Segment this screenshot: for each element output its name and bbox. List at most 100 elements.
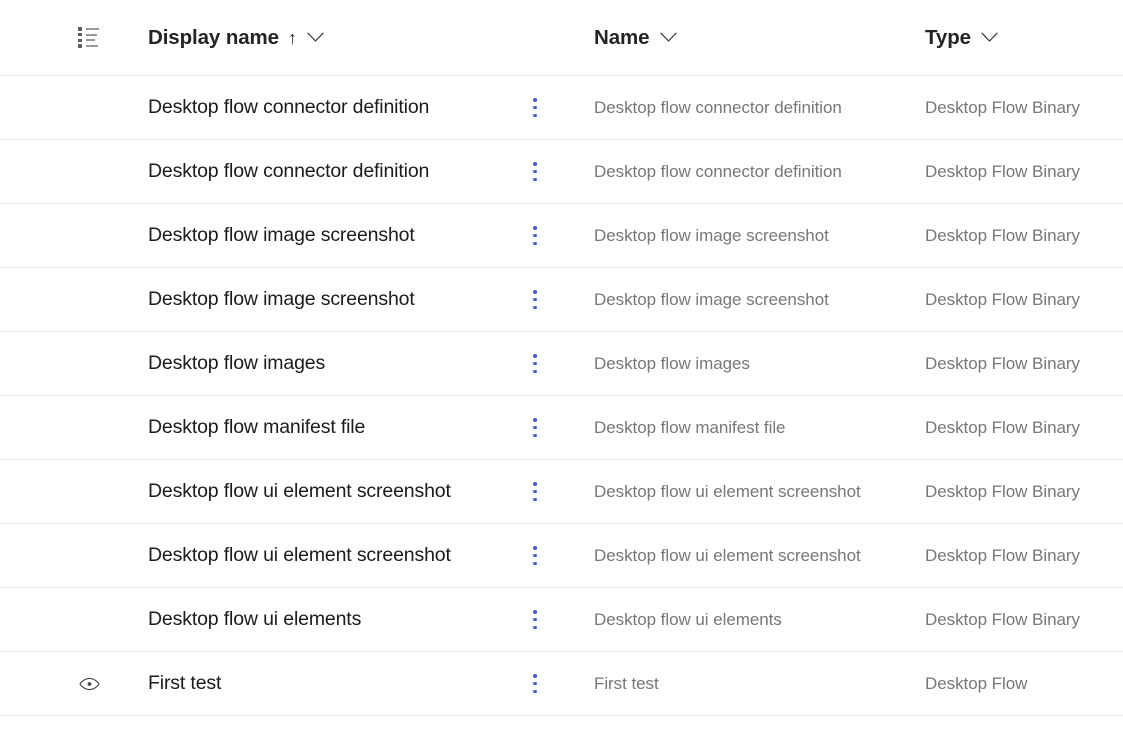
cell-name-text: First test bbox=[594, 674, 659, 694]
row-open-record-cell[interactable] bbox=[78, 268, 138, 331]
cell-display-name-text: Desktop flow manifest file bbox=[148, 416, 365, 439]
more-vertical-icon[interactable] bbox=[528, 290, 542, 309]
cell-name: Desktop flow manifest file bbox=[594, 396, 914, 459]
row-open-record-cell[interactable] bbox=[78, 396, 138, 459]
cell-type: Desktop Flow bbox=[925, 652, 1115, 715]
row-command-menu-cell[interactable] bbox=[528, 652, 568, 715]
row-open-record-cell[interactable] bbox=[78, 204, 138, 267]
cell-type: Desktop Flow Binary bbox=[925, 140, 1115, 203]
cell-display-name[interactable]: Desktop flow ui elements bbox=[148, 588, 528, 651]
view-switcher-cell[interactable] bbox=[78, 0, 138, 75]
cell-type-text: Desktop Flow Binary bbox=[925, 546, 1080, 566]
cell-name: Desktop flow ui element screenshot bbox=[594, 524, 914, 587]
column-header-name[interactable]: Name bbox=[594, 0, 914, 75]
more-vertical-icon[interactable] bbox=[528, 418, 542, 437]
row-command-menu-cell[interactable] bbox=[528, 140, 568, 203]
eye-icon[interactable] bbox=[78, 673, 100, 695]
cell-name: First test bbox=[594, 652, 914, 715]
table-row[interactable]: First test First test Desktop Flow bbox=[0, 652, 1123, 716]
more-vertical-icon[interactable] bbox=[528, 226, 542, 245]
table-row[interactable]: Desktop flow images Desktop flow images … bbox=[0, 332, 1123, 396]
cell-type-text: Desktop Flow bbox=[925, 674, 1027, 694]
chevron-down-icon-type[interactable] bbox=[980, 28, 1000, 48]
row-open-record-cell[interactable] bbox=[78, 76, 138, 139]
row-open-record-cell[interactable] bbox=[78, 652, 138, 715]
cell-display-name[interactable]: Desktop flow images bbox=[148, 332, 528, 395]
table-row[interactable]: Desktop flow connector definition Deskto… bbox=[0, 76, 1123, 140]
cell-type: Desktop Flow Binary bbox=[925, 268, 1115, 331]
row-open-record-cell[interactable] bbox=[78, 524, 138, 587]
row-command-menu-cell[interactable] bbox=[528, 588, 568, 651]
cell-type: Desktop Flow Binary bbox=[925, 524, 1115, 587]
cell-display-name-text: Desktop flow image screenshot bbox=[148, 224, 415, 247]
table-row[interactable]: Desktop flow image screenshot Desktop fl… bbox=[0, 268, 1123, 332]
cell-name: Desktop flow image screenshot bbox=[594, 204, 914, 267]
row-command-menu-cell[interactable] bbox=[528, 460, 568, 523]
column-header-display-name-label: Display name bbox=[148, 26, 279, 50]
row-open-record-cell[interactable] bbox=[78, 588, 138, 651]
cell-display-name[interactable]: Desktop flow ui element screenshot bbox=[148, 460, 528, 523]
cell-name-text: Desktop flow ui elements bbox=[594, 610, 782, 630]
cell-type: Desktop Flow Binary bbox=[925, 396, 1115, 459]
row-open-record-cell[interactable] bbox=[78, 460, 138, 523]
cell-name: Desktop flow ui elements bbox=[594, 588, 914, 651]
cell-name-text: Desktop flow connector definition bbox=[594, 162, 842, 182]
more-vertical-icon[interactable] bbox=[528, 610, 542, 629]
table-row[interactable]: Desktop flow ui element screenshot Deskt… bbox=[0, 524, 1123, 588]
cell-display-name-text: Desktop flow image screenshot bbox=[148, 288, 415, 311]
cell-type-text: Desktop Flow Binary bbox=[925, 610, 1080, 630]
column-header-type-label: Type bbox=[925, 26, 971, 50]
cell-display-name[interactable]: Desktop flow connector definition bbox=[148, 76, 528, 139]
cell-type: Desktop Flow Binary bbox=[925, 460, 1115, 523]
cell-display-name-text: Desktop flow ui elements bbox=[148, 608, 361, 631]
cell-name: Desktop flow images bbox=[594, 332, 914, 395]
cell-display-name[interactable]: Desktop flow image screenshot bbox=[148, 268, 528, 331]
row-open-record-cell[interactable] bbox=[78, 140, 138, 203]
cell-type-text: Desktop Flow Binary bbox=[925, 98, 1080, 118]
cell-name-text: Desktop flow connector definition bbox=[594, 98, 842, 118]
cell-name: Desktop flow image screenshot bbox=[594, 268, 914, 331]
more-vertical-icon[interactable] bbox=[528, 674, 542, 693]
row-open-record-cell[interactable] bbox=[78, 332, 138, 395]
cell-type-text: Desktop Flow Binary bbox=[925, 162, 1080, 182]
cell-type-text: Desktop Flow Binary bbox=[925, 290, 1080, 310]
cell-type: Desktop Flow Binary bbox=[925, 588, 1115, 651]
column-header-display-name[interactable]: Display name ↑ bbox=[148, 0, 528, 75]
chevron-down-icon-name[interactable] bbox=[658, 28, 678, 48]
more-vertical-icon[interactable] bbox=[528, 482, 542, 501]
cell-type: Desktop Flow Binary bbox=[925, 204, 1115, 267]
more-vertical-icon[interactable] bbox=[528, 162, 542, 181]
cell-name-text: Desktop flow ui element screenshot bbox=[594, 546, 861, 566]
cell-display-name[interactable]: Desktop flow connector definition bbox=[148, 140, 528, 203]
cell-display-name-text: Desktop flow connector definition bbox=[148, 160, 429, 183]
table-row[interactable]: Desktop flow ui element screenshot Deskt… bbox=[0, 460, 1123, 524]
grid-body: Desktop flow connector definition Deskto… bbox=[0, 76, 1123, 716]
table-row[interactable]: Desktop flow ui elements Desktop flow ui… bbox=[0, 588, 1123, 652]
table-row[interactable]: Desktop flow image screenshot Desktop fl… bbox=[0, 204, 1123, 268]
cell-display-name[interactable]: Desktop flow image screenshot bbox=[148, 204, 528, 267]
more-vertical-icon[interactable] bbox=[528, 354, 542, 373]
chevron-down-icon-display-name[interactable] bbox=[306, 28, 326, 48]
sort-ascending-icon: ↑ bbox=[288, 29, 297, 47]
cell-name-text: Desktop flow image screenshot bbox=[594, 290, 829, 310]
table-row[interactable]: Desktop flow manifest file Desktop flow … bbox=[0, 396, 1123, 460]
cell-type-text: Desktop Flow Binary bbox=[925, 482, 1080, 502]
cell-display-name[interactable]: First test bbox=[148, 652, 528, 715]
row-command-menu-cell[interactable] bbox=[528, 76, 568, 139]
table-row[interactable]: Desktop flow connector definition Deskto… bbox=[0, 140, 1123, 204]
more-vertical-icon[interactable] bbox=[528, 98, 542, 117]
row-command-menu-cell[interactable] bbox=[528, 396, 568, 459]
cell-display-name[interactable]: Desktop flow manifest file bbox=[148, 396, 528, 459]
row-command-menu-cell[interactable] bbox=[528, 332, 568, 395]
cell-name-text: Desktop flow manifest file bbox=[594, 418, 785, 438]
row-command-menu-cell[interactable] bbox=[528, 268, 568, 331]
cell-display-name-text: Desktop flow connector definition bbox=[148, 96, 429, 119]
cell-display-name[interactable]: Desktop flow ui element screenshot bbox=[148, 524, 528, 587]
row-command-menu-cell[interactable] bbox=[528, 524, 568, 587]
grid-header-row: Display name ↑ Name Type bbox=[0, 0, 1123, 76]
cell-name: Desktop flow ui element screenshot bbox=[594, 460, 914, 523]
column-header-type[interactable]: Type bbox=[925, 0, 1115, 75]
list-view-icon[interactable] bbox=[78, 28, 99, 48]
more-vertical-icon[interactable] bbox=[528, 546, 542, 565]
row-command-menu-cell[interactable] bbox=[528, 204, 568, 267]
